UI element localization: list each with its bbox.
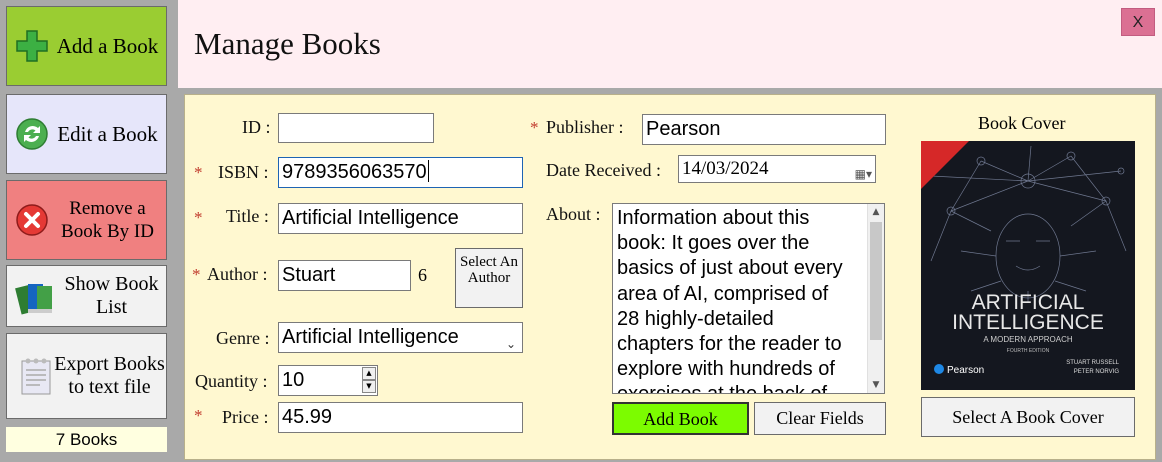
plus-icon xyxy=(16,30,48,62)
genre-select[interactable]: Artificial Intelligence ⌄ xyxy=(278,322,523,353)
sidebar: Add a Book Edit a Book Remove a Book By … xyxy=(0,0,174,462)
isbn-field[interactable]: 9789356063570 xyxy=(278,157,523,188)
notepad-icon xyxy=(21,358,51,395)
add-book-button[interactable]: Add Book xyxy=(612,402,749,435)
spin-down-icon[interactable]: ▼ xyxy=(362,380,376,393)
about-text: Information about this book: It goes ove… xyxy=(617,206,865,393)
date-received-label: Date Received : xyxy=(546,160,661,180)
about-line: basics of just about every xyxy=(617,257,843,280)
book-count: 7 Books xyxy=(6,427,167,452)
cover-edition: FOURTH EDITION xyxy=(1007,348,1050,354)
about-scrollbar[interactable]: ▲ ▼ xyxy=(867,204,884,393)
about-line: explore with hundreds of xyxy=(617,358,835,381)
page-title: Manage Books xyxy=(194,26,381,61)
genre-label: Genre : xyxy=(216,328,270,348)
date-picker[interactable]: 14/03/2024 ▦▾ xyxy=(678,155,876,183)
title-label: Title : xyxy=(226,206,269,226)
edit-book-nav-label: Edit a Book xyxy=(57,121,158,146)
delete-icon xyxy=(16,204,48,236)
export-books-nav-label: Export Books to text file xyxy=(54,353,165,398)
pearson-logo xyxy=(934,364,944,374)
isbn-label: ISBN : xyxy=(218,162,269,182)
show-book-list-nav-button[interactable]: Show Book List xyxy=(6,265,167,327)
cover-subtitle: A MODERN APPROACH xyxy=(983,335,1073,344)
text-caret xyxy=(427,160,429,182)
scroll-up-icon[interactable]: ▲ xyxy=(868,204,884,220)
about-label: About : xyxy=(546,204,601,224)
required-mark: * xyxy=(530,118,539,137)
chevron-down-icon: ⌄ xyxy=(505,337,516,351)
add-book-nav-label: Add a Book xyxy=(56,33,159,58)
remove-book-nav-button[interactable]: Remove a Book By ID xyxy=(6,180,167,260)
about-line: 28 highly-detailed xyxy=(617,307,774,330)
book-cover-image: ARTIFICIAL INTELLIGENCE A MODERN APPROAC… xyxy=(921,141,1135,390)
genre-value: Artificial Intelligence xyxy=(282,326,459,348)
author-id: 6 xyxy=(418,265,427,285)
title-field[interactable]: Artificial Intelligence xyxy=(278,203,523,234)
cover-publisher: Pearson xyxy=(947,365,984,376)
publisher-field[interactable]: Pearson xyxy=(642,114,886,145)
about-textarea[interactable]: Information about this book: It goes ove… xyxy=(612,203,885,394)
export-books-nav-button[interactable]: Export Books to text file xyxy=(6,333,167,419)
isbn-value: 9789356063570 xyxy=(282,161,427,183)
edit-book-nav-button[interactable]: Edit a Book xyxy=(6,94,167,174)
publisher-label: Publisher : xyxy=(546,117,624,137)
remove-book-nav-label: Remove a Book By ID xyxy=(61,198,154,242)
author-label: Author : xyxy=(207,264,268,284)
cover-title-line2: INTELLIGENCE xyxy=(952,311,1104,334)
calendar-icon[interactable]: ▦▾ xyxy=(855,161,872,182)
required-mark: * xyxy=(194,163,203,182)
quantity-label: Quantity : xyxy=(195,371,268,391)
cover-artwork: ARTIFICIAL INTELLIGENCE A MODERN APPROAC… xyxy=(921,141,1135,390)
price-label: Price : xyxy=(222,407,269,427)
about-line: Information about this xyxy=(617,207,810,229)
books-icon xyxy=(15,284,52,315)
refresh-icon xyxy=(16,118,48,150)
about-line: exercises at the back of xyxy=(617,382,865,393)
book-cover-heading: Book Cover xyxy=(978,113,1066,133)
quantity-value: 10 xyxy=(282,369,305,391)
required-mark: * xyxy=(192,265,201,284)
id-label: ID : xyxy=(242,117,271,137)
header: Manage Books X xyxy=(178,0,1162,88)
about-line: book: It goes over the xyxy=(617,232,810,255)
about-line: area of AI, comprised of xyxy=(617,282,829,305)
id-field[interactable] xyxy=(278,113,434,143)
date-value: 14/03/2024 xyxy=(682,158,769,179)
select-author-button[interactable]: Select An Author xyxy=(455,248,523,308)
scroll-down-icon[interactable]: ▼ xyxy=(868,377,884,393)
author-field[interactable]: Stuart xyxy=(278,260,411,291)
select-book-cover-button[interactable]: Select A Book Cover xyxy=(921,397,1135,437)
book-form-panel: ID : * ISBN : 9789356063570 * Title : Ar… xyxy=(184,94,1156,460)
quantity-stepper[interactable]: 10 ▲ ▼ xyxy=(278,365,378,396)
add-book-nav-button[interactable]: Add a Book xyxy=(6,6,167,86)
clear-fields-button[interactable]: Clear Fields xyxy=(754,402,886,435)
price-field[interactable]: 45.99 xyxy=(278,402,523,433)
cover-author-2: PETER NORVIG xyxy=(1074,369,1120,375)
required-mark: * xyxy=(194,406,203,425)
spin-up-icon[interactable]: ▲ xyxy=(362,367,376,380)
cover-author-1: STUART RUSSELL xyxy=(1066,360,1119,366)
scroll-thumb[interactable] xyxy=(870,222,882,340)
about-line: chapters for the reader to xyxy=(617,333,842,356)
spin-buttons[interactable]: ▲ ▼ xyxy=(362,367,376,394)
show-book-list-nav-label: Show Book List xyxy=(64,273,159,318)
close-button[interactable]: X xyxy=(1121,8,1155,36)
required-mark: * xyxy=(194,208,203,227)
